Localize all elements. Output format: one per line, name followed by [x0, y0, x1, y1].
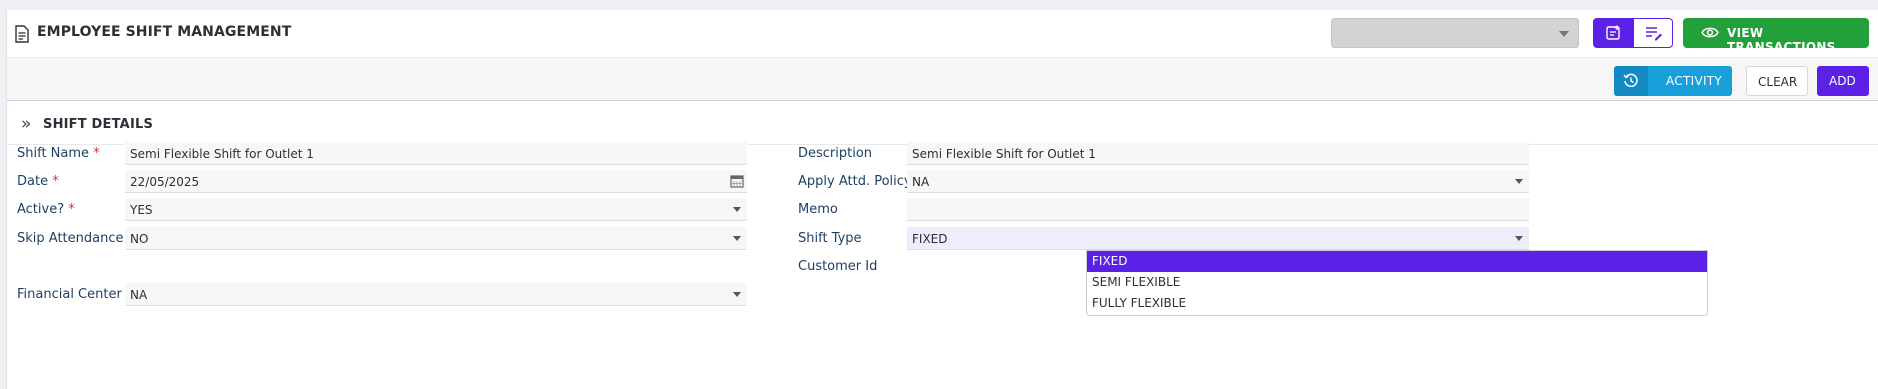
active-select[interactable]: YES	[125, 198, 747, 221]
chevron-down-icon	[733, 236, 741, 241]
double-chevron-right-icon[interactable]: »	[21, 114, 31, 134]
skip-attendance-value: NO	[130, 232, 149, 246]
active-label-text: Active?	[17, 202, 65, 217]
apply-attd-policy-label-text: Apply Attd. Policy	[798, 174, 912, 189]
eye-icon	[1701, 27, 1719, 38]
shift-type-select[interactable]: FIXED	[907, 227, 1529, 250]
add-button[interactable]: ADD	[1817, 66, 1869, 96]
required-mark: *	[52, 174, 59, 189]
section-title: SHIFT DETAILS	[43, 117, 154, 132]
description-input[interactable]: Semi Flexible Shift for Outlet 1	[907, 142, 1529, 165]
required-mark: *	[68, 202, 75, 217]
chevron-down-icon	[733, 292, 741, 297]
page-header: EMPLOYEE SHIFT MANAGEMENT VIEW TRANSACTI…	[7, 10, 1878, 58]
page: EMPLOYEE SHIFT MANAGEMENT VIEW TRANSACTI…	[6, 10, 1878, 389]
view-transactions-label: VIEW TRANSACTIONS	[1727, 26, 1836, 54]
date-label-text: Date	[17, 174, 49, 189]
shift-name-label: Shift Name *	[17, 146, 100, 161]
chevron-down-icon	[733, 207, 741, 212]
shift-name-input[interactable]: Semi Flexible Shift for Outlet 1	[125, 142, 747, 165]
financial-center-value: NA	[130, 288, 148, 302]
chevron-down-icon	[1515, 236, 1523, 241]
activity-button[interactable]: ACTIVITY	[1614, 66, 1732, 96]
date-input[interactable]: 22/05/2025	[125, 170, 747, 193]
description-label: Description	[798, 146, 873, 161]
financial-center-select[interactable]: NA	[125, 283, 747, 306]
document-icon	[15, 25, 29, 43]
add-label: ADD	[1829, 74, 1856, 88]
shift-type-dropdown: FIXED SEMI FLEXIBLE FULLY FLEXIBLE	[1086, 250, 1708, 316]
memo-label: Memo	[798, 202, 838, 217]
financial-center-label: Financial Center	[17, 287, 122, 302]
shift-name-value: Semi Flexible Shift for Outlet 1	[130, 147, 314, 161]
description-value: Semi Flexible Shift for Outlet 1	[912, 147, 1096, 161]
clear-button[interactable]: CLEAR	[1746, 66, 1808, 96]
calendar-icon[interactable]	[730, 174, 744, 188]
shift-details-section[interactable]: » SHIFT DETAILS	[7, 102, 1878, 145]
edit-list-button[interactable]	[1633, 18, 1673, 48]
chevron-down-icon	[1515, 179, 1523, 184]
history-icon	[1623, 73, 1638, 88]
dropdown-option-fixed[interactable]: FIXED	[1087, 251, 1707, 272]
view-transactions-button[interactable]: VIEW TRANSACTIONS	[1683, 18, 1869, 54]
date-label: Date *	[17, 174, 59, 189]
action-toolbar: ACTIVITY CLEAR ADD	[7, 58, 1878, 101]
memo-input[interactable]	[907, 198, 1529, 221]
option-label: SEMI FLEXIBLE	[1092, 275, 1181, 289]
apply-attd-policy-select[interactable]: NA	[907, 170, 1529, 193]
dropdown-option-fully-flexible[interactable]: FULLY FLEXIBLE	[1087, 293, 1707, 314]
apply-attd-policy-label: Apply Attd. Policy *	[798, 174, 922, 189]
activity-label: ACTIVITY	[1666, 74, 1723, 88]
header-select[interactable]	[1331, 18, 1579, 48]
option-label: FULLY FLEXIBLE	[1092, 296, 1187, 310]
shift-type-value: FIXED	[912, 232, 948, 246]
chevron-down-icon	[1559, 31, 1569, 37]
note-add-icon	[1606, 25, 1620, 40]
date-value: 22/05/2025	[130, 175, 200, 189]
skip-attendance-select[interactable]: NO	[125, 227, 747, 250]
apply-attd-policy-value: NA	[912, 175, 930, 189]
required-mark: *	[93, 146, 100, 161]
shift-type-label: Shift Type	[798, 231, 862, 246]
dropdown-option-semi-flexible[interactable]: SEMI FLEXIBLE	[1087, 272, 1707, 293]
option-label: FIXED	[1092, 254, 1128, 268]
activity-icon-box	[1614, 66, 1648, 96]
customer-id-label: Customer Id	[798, 259, 878, 274]
add-note-button[interactable]	[1593, 18, 1633, 48]
clear-label: CLEAR	[1758, 75, 1798, 89]
shift-name-label-text: Shift Name	[17, 146, 90, 161]
page-title: EMPLOYEE SHIFT MANAGEMENT	[37, 24, 292, 40]
list-edit-icon	[1646, 27, 1662, 41]
active-label: Active? *	[17, 202, 75, 217]
skip-attendance-label: Skip Attendance	[17, 231, 124, 246]
active-value: YES	[130, 203, 153, 217]
